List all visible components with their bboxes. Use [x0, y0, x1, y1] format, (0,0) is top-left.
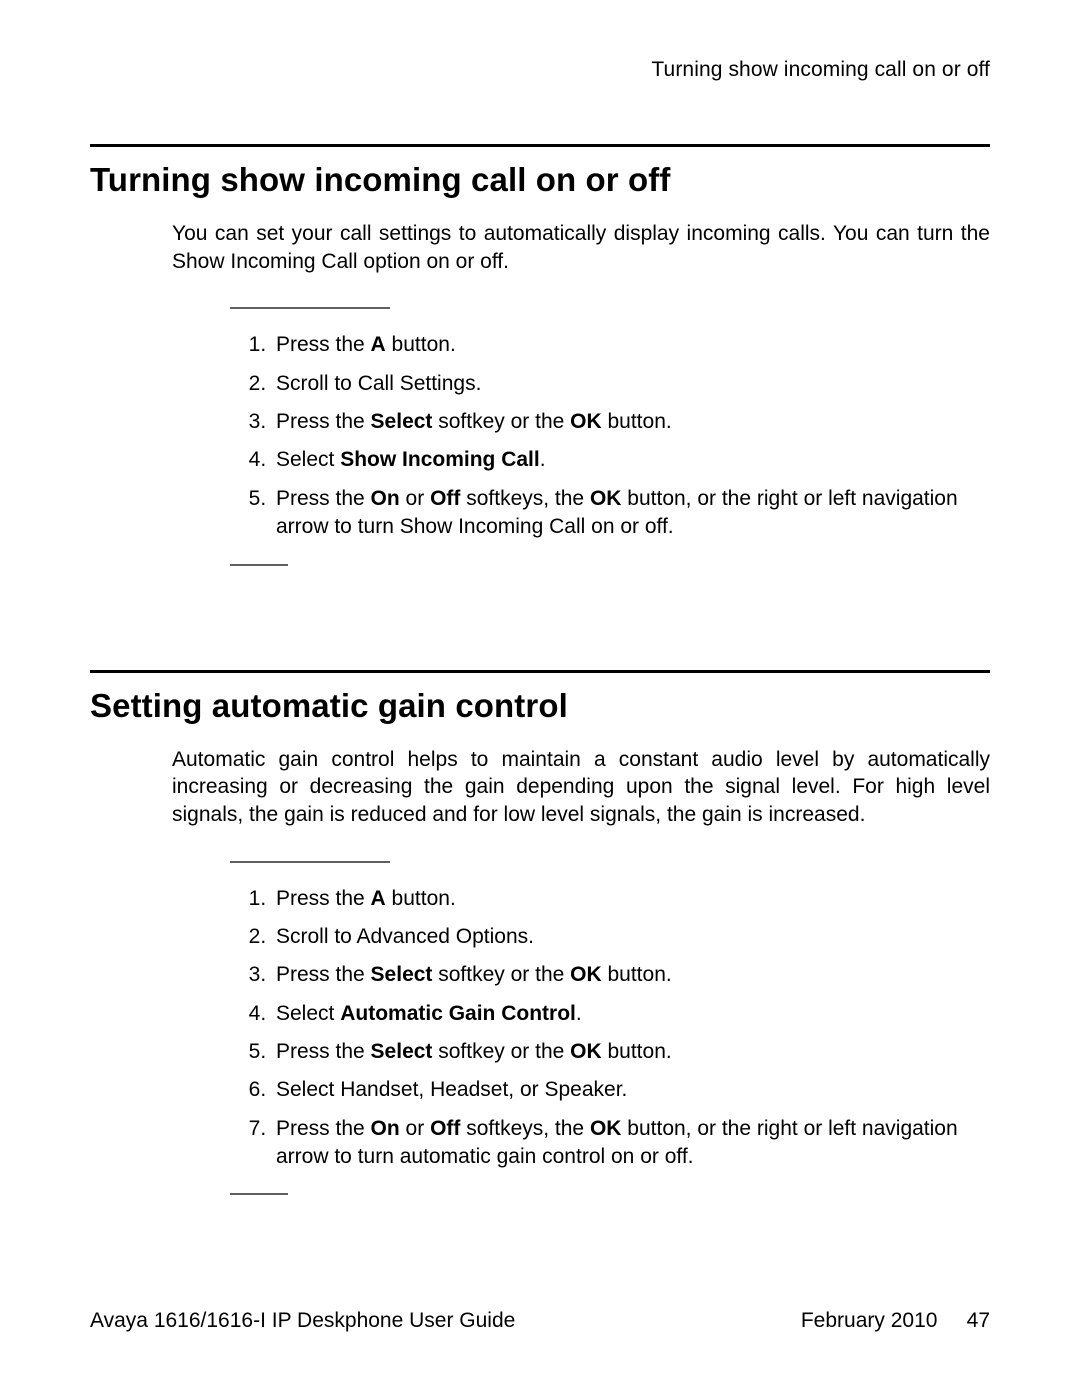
bold-text: On	[371, 1117, 400, 1140]
text: Scroll to Advanced Options.	[276, 925, 534, 948]
steps-end-rule	[230, 1193, 288, 1195]
page: Turning show incoming call on or off Tur…	[0, 0, 1080, 1397]
step-item: Press the Select softkey or the OK butto…	[272, 1038, 990, 1066]
steps-start-rule	[230, 307, 390, 309]
footer-right: February 2010 47	[801, 1309, 990, 1333]
section-title-1: Turning show incoming call on or off	[90, 161, 990, 199]
bold-text: Show Incoming Call	[340, 448, 540, 471]
steps-end-rule	[230, 564, 288, 566]
text: softkeys, the	[460, 487, 590, 510]
step-item: Press the A button.	[272, 885, 990, 913]
bold-text: On	[371, 487, 400, 510]
text: or	[400, 487, 430, 510]
text: Select Handset, Headset, or Speaker.	[276, 1078, 627, 1101]
steps-start-rule	[230, 861, 390, 863]
bold-text: Off	[430, 487, 460, 510]
bold-text: Select	[371, 963, 433, 986]
text: .	[540, 448, 546, 471]
bold-text: OK	[570, 963, 602, 986]
bold-text: Off	[430, 1117, 460, 1140]
steps-list-2: Press the A button. Scroll to Advanced Op…	[230, 885, 990, 1172]
section-title-2: Setting automatic gain control	[90, 687, 990, 725]
text: button.	[602, 963, 672, 986]
step-item: Press the Select softkey or the OK butto…	[272, 408, 990, 436]
text: softkeys, the	[460, 1117, 590, 1140]
section-intro-2: Automatic gain control helps to maintain…	[172, 746, 990, 829]
step-item: Select Show Incoming Call.	[272, 446, 990, 474]
bold-text: A	[371, 333, 386, 356]
text: softkey or the	[432, 963, 570, 986]
text: softkey or the	[432, 410, 570, 433]
text: button.	[386, 887, 456, 910]
text: Select	[276, 1002, 340, 1025]
step-item: Select Handset, Headset, or Speaker.	[272, 1076, 990, 1104]
step-item: Press the A button.	[272, 331, 990, 359]
text: softkey or the	[432, 1040, 570, 1063]
step-item: Scroll to Advanced Options.	[272, 923, 990, 951]
text: button.	[386, 333, 456, 356]
section-divider	[90, 144, 990, 147]
text: Scroll to Call Settings.	[276, 372, 481, 395]
bold-text: OK	[590, 1117, 622, 1140]
step-item: Press the On or Off softkeys, the OK but…	[272, 1115, 990, 1172]
section-intro-1: You can set your call settings to automa…	[172, 220, 990, 275]
text: button.	[602, 410, 672, 433]
section-divider	[90, 670, 990, 673]
bold-text: OK	[570, 410, 602, 433]
step-item: Press the Select softkey or the OK butto…	[272, 961, 990, 989]
text: Press the	[276, 963, 371, 986]
text: Press the	[276, 410, 371, 433]
step-item: Press the On or Off softkeys, the OK but…	[272, 485, 990, 542]
text: Press the	[276, 333, 371, 356]
text: Select	[276, 448, 340, 471]
text: .	[576, 1002, 582, 1025]
bold-text: Select	[371, 1040, 433, 1063]
footer-left: Avaya 1616/1616-I IP Deskphone User Guid…	[90, 1309, 515, 1333]
text: Press the	[276, 1040, 371, 1063]
steps-list-1: Press the A button. Scroll to Call Settin…	[230, 331, 990, 541]
bold-text: Automatic Gain Control	[340, 1002, 576, 1025]
text: Press the	[276, 487, 371, 510]
bold-text: OK	[590, 487, 622, 510]
bold-text: A	[371, 887, 386, 910]
text: Press the	[276, 887, 371, 910]
bold-text: OK	[570, 1040, 602, 1063]
page-footer: Avaya 1616/1616-I IP Deskphone User Guid…	[90, 1309, 990, 1333]
text: or	[400, 1117, 430, 1140]
step-item: Select Automatic Gain Control.	[272, 1000, 990, 1028]
bold-text: Select	[371, 410, 433, 433]
text: button.	[602, 1040, 672, 1063]
running-header: Turning show incoming call on or off	[90, 0, 990, 82]
text: Press the	[276, 1117, 371, 1140]
step-item: Scroll to Call Settings.	[272, 370, 990, 398]
